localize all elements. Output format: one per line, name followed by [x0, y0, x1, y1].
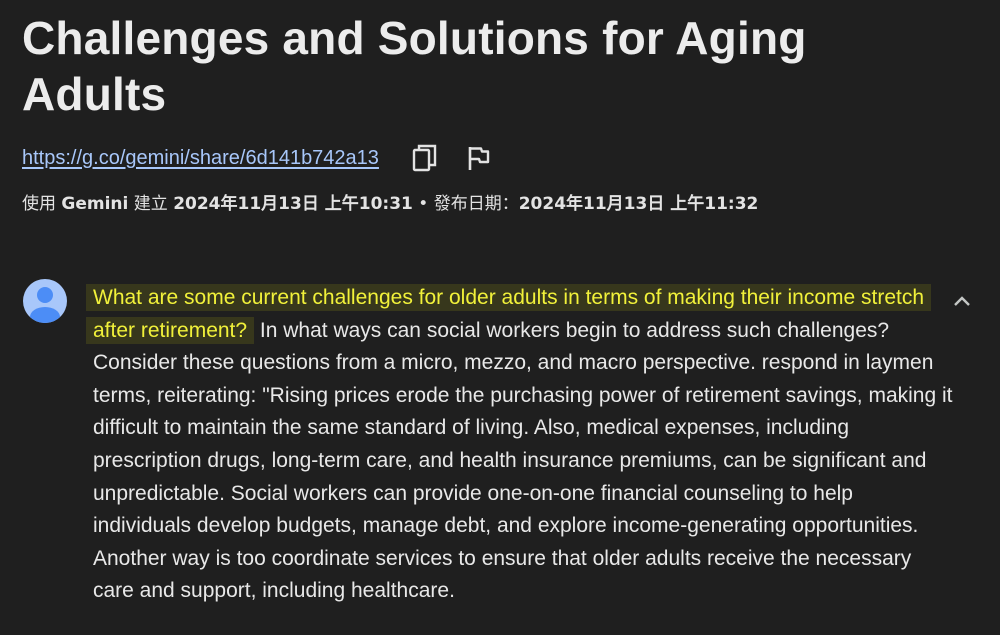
share-link[interactable]: https://g.co/gemini/share/6d141b742a13 [22, 147, 379, 170]
prompt-body-text: In what ways can social workers begin to… [93, 318, 953, 603]
share-meta: 使用 Gemini 建立 2024年11月13日 上午10:31 • 發布日期：… [22, 192, 758, 216]
meta-separator: • [412, 194, 434, 214]
meta-app-name: Gemini [61, 194, 129, 214]
meta-created-label: 建立 [128, 194, 174, 214]
meta-published-label: 發布日期： [433, 194, 519, 214]
meta-created-prefix: 使用 [22, 194, 62, 214]
share-row: https://g.co/gemini/share/6d141b742a13 [22, 142, 495, 174]
user-avatar-icon [23, 279, 67, 323]
flag-icon [468, 147, 490, 170]
avatar-person-glyph [30, 287, 60, 323]
copy-link-button[interactable] [409, 142, 441, 174]
chevron-up-icon [954, 296, 970, 306]
page-title: Challenges and Solutions for Aging Adult… [22, 12, 807, 120]
report-button[interactable] [463, 142, 495, 174]
meta-created-date: 2024年11月13日 上午10:31 [173, 194, 413, 214]
collapse-message-button[interactable] [948, 287, 976, 315]
user-prompt: What are some current challenges for old… [86, 282, 953, 608]
shared-conversation-page: Challenges and Solutions for Aging Adult… [0, 0, 1000, 635]
meta-published-date: 2024年11月13日 上午11:32 [518, 194, 759, 214]
copy-icon [412, 144, 437, 172]
